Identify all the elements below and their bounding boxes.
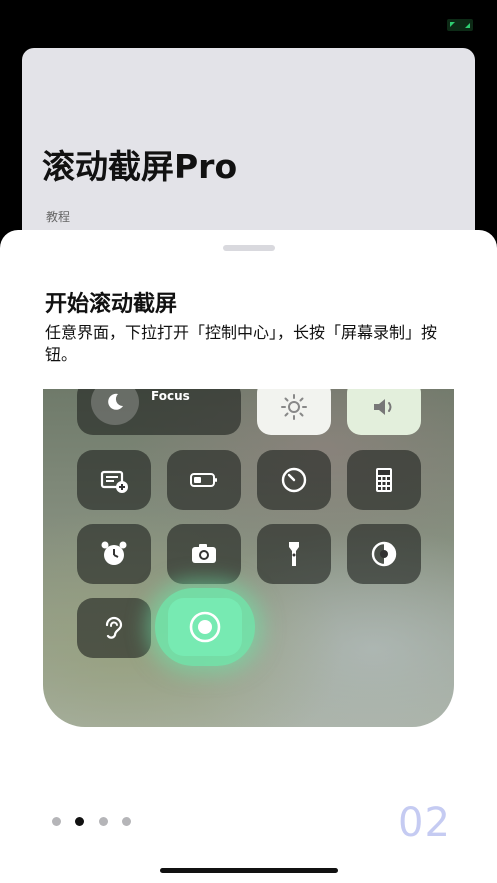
fullscreen-toggle-icon[interactable] — [447, 19, 473, 31]
speaker-icon — [374, 399, 392, 415]
sun-icon — [281, 394, 307, 420]
focus-label: Focus — [151, 389, 190, 403]
sheet-description: 任意界面，下拉打开「控制中心」，长按「屏幕录制」按钮。 — [45, 323, 438, 364]
page-dot[interactable] — [52, 817, 61, 826]
sheet-grabber[interactable] — [223, 245, 275, 251]
dark-mode-icon — [371, 541, 397, 567]
flashlight-tile — [257, 524, 331, 584]
tutorial-sheet: 开始滚动截屏 任意界面，下拉打开「控制中心」，长按「屏幕录制」按钮。 Focus — [0, 230, 497, 883]
page-number: 02 — [398, 800, 451, 846]
camera-tile — [167, 524, 241, 584]
control-center-illustration: Focus — [43, 389, 454, 727]
hearing-icon — [105, 616, 123, 639]
page-dot[interactable] — [99, 817, 108, 826]
calculator-icon — [376, 468, 392, 492]
brightness-tile — [257, 389, 331, 435]
alarm-tile — [77, 524, 151, 584]
alarm-icon — [101, 541, 127, 565]
wallet-tile — [77, 450, 151, 510]
sheet-title: 开始滚动截屏 — [45, 292, 178, 317]
focus-tile: Focus — [77, 389, 241, 435]
camera-icon — [192, 544, 216, 563]
screen-record-icon — [189, 611, 221, 643]
battery-icon — [190, 473, 217, 487]
page-dot[interactable] — [122, 817, 131, 826]
screen-record-button[interactable] — [155, 588, 255, 666]
add-card-icon — [100, 470, 128, 493]
flashlight-icon — [289, 542, 299, 566]
timer-icon — [281, 467, 307, 493]
app-subtitle: 教程 — [46, 210, 71, 224]
app-title: 滚动截屏Pro — [42, 147, 238, 186]
low-power-tile — [167, 450, 241, 510]
calculator-tile — [347, 450, 421, 510]
dark-mode-tile — [347, 524, 421, 584]
hearing-tile — [77, 598, 151, 658]
timer-tile — [257, 450, 331, 510]
volume-tile — [347, 389, 421, 435]
home-indicator — [160, 868, 338, 873]
moon-icon — [91, 389, 139, 425]
page-dot-active[interactable] — [75, 817, 84, 826]
